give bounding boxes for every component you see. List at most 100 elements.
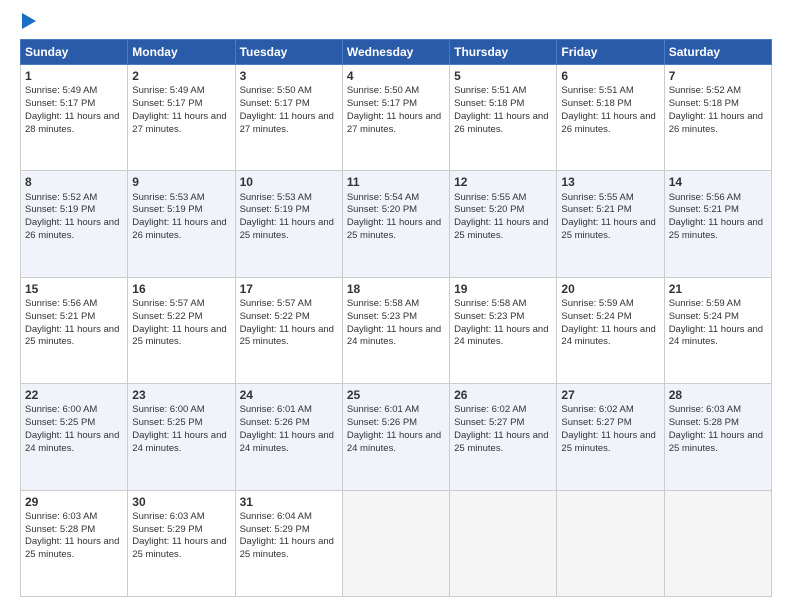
sunset-text: Sunset: 5:29 PM	[132, 524, 202, 535]
calendar-day-cell: 10Sunrise: 5:53 AMSunset: 5:19 PMDayligh…	[235, 171, 342, 277]
sunrise-text: Sunrise: 5:49 AM	[25, 85, 97, 96]
sunset-text: Sunset: 5:17 PM	[347, 98, 417, 109]
day-number: 10	[240, 174, 338, 190]
day-number: 31	[240, 494, 338, 510]
sunrise-text: Sunrise: 5:50 AM	[347, 85, 419, 96]
calendar-header-row: SundayMondayTuesdayWednesdayThursdayFrid…	[21, 40, 772, 65]
sunrise-text: Sunrise: 5:52 AM	[25, 192, 97, 203]
sunrise-text: Sunrise: 5:56 AM	[669, 192, 741, 203]
calendar-day-cell: 24Sunrise: 6:01 AMSunset: 5:26 PMDayligh…	[235, 384, 342, 490]
daylight-text: Daylight: 11 hours and 26 minutes.	[25, 217, 119, 241]
calendar-week-row: 22Sunrise: 6:00 AM Sunset: 5:25 PM Dayligh…	[21, 384, 772, 490]
calendar-day-cell: 1Sunrise: 5:49 AMSunset: 5:17 PMDaylight…	[21, 65, 128, 171]
daylight-text: Daylight: 11 hours and 24 minutes.	[347, 324, 441, 348]
sunset-text: Sunset: 5:17 PM	[25, 98, 95, 109]
daylight-text: Daylight: 11 hours and 25 minutes.	[669, 430, 763, 454]
sunset-text: Sunset: 5:25 PM	[132, 417, 202, 428]
sunrise-text: Sunrise: 5:57 AM	[132, 298, 204, 309]
calendar-week-row: 8Sunrise: 5:52 AMSunset: 5:19 PMDaylight…	[21, 171, 772, 277]
sunset-text: Sunset: 5:26 PM	[240, 417, 310, 428]
sunrise-text: Sunrise: 5:59 AM	[561, 298, 633, 309]
day-number: 23	[132, 387, 230, 403]
day-number: 6	[561, 68, 659, 84]
sunrise-text: Sunrise: 6:03 AM	[25, 511, 97, 522]
sunset-text: Sunset: 5:21 PM	[669, 204, 739, 215]
sunset-text: Sunset: 5:21 PM	[561, 204, 631, 215]
day-number: 25	[347, 387, 445, 403]
sunrise-text: Sunrise: 6:00 AM	[25, 404, 97, 415]
day-number: 8	[25, 174, 123, 190]
calendar-day-cell: 23Sunrise: 6:00 AMSunset: 5:25 PMDayligh…	[128, 384, 235, 490]
daylight-text: Daylight: 11 hours and 28 minutes.	[25, 111, 119, 135]
daylight-text: Daylight: 11 hours and 25 minutes.	[240, 217, 334, 241]
daylight-text: Daylight: 11 hours and 25 minutes.	[132, 536, 226, 560]
sunrise-text: Sunrise: 6:01 AM	[347, 404, 419, 415]
day-number: 24	[240, 387, 338, 403]
daylight-text: Daylight: 11 hours and 27 minutes.	[347, 111, 441, 135]
sunrise-text: Sunrise: 5:52 AM	[669, 85, 741, 96]
sunset-text: Sunset: 5:23 PM	[454, 311, 524, 322]
header	[20, 15, 772, 29]
daylight-text: Daylight: 11 hours and 25 minutes.	[669, 217, 763, 241]
sunset-text: Sunset: 5:18 PM	[669, 98, 739, 109]
calendar-day-cell: 26Sunrise: 6:02 AMSunset: 5:27 PMDayligh…	[450, 384, 557, 490]
daylight-text: Daylight: 11 hours and 24 minutes.	[132, 430, 226, 454]
sunset-text: Sunset: 5:28 PM	[669, 417, 739, 428]
calendar-day-cell: 17Sunrise: 5:57 AMSunset: 5:22 PMDayligh…	[235, 277, 342, 383]
daylight-text: Daylight: 11 hours and 25 minutes.	[25, 536, 119, 560]
day-number: 5	[454, 68, 552, 84]
daylight-text: Daylight: 11 hours and 24 minutes.	[25, 430, 119, 454]
calendar-day-cell: 11Sunrise: 5:54 AMSunset: 5:20 PMDayligh…	[342, 171, 449, 277]
page: SundayMondayTuesdayWednesdayThursdayFrid…	[0, 0, 792, 612]
sunrise-text: Sunrise: 5:55 AM	[561, 192, 633, 203]
daylight-text: Daylight: 11 hours and 26 minutes.	[669, 111, 763, 135]
calendar-day-cell: 5Sunrise: 5:51 AMSunset: 5:18 PMDaylight…	[450, 65, 557, 171]
sunrise-text: Sunrise: 6:03 AM	[669, 404, 741, 415]
sunset-text: Sunset: 5:26 PM	[347, 417, 417, 428]
day-number: 29	[25, 494, 123, 510]
sunset-text: Sunset: 5:17 PM	[132, 98, 202, 109]
daylight-text: Daylight: 11 hours and 25 minutes.	[454, 217, 548, 241]
day-number: 18	[347, 281, 445, 297]
sunset-text: Sunset: 5:17 PM	[240, 98, 310, 109]
calendar-day-cell: 16Sunrise: 5:57 AMSunset: 5:22 PMDayligh…	[128, 277, 235, 383]
sunrise-text: Sunrise: 5:54 AM	[347, 192, 419, 203]
sunrise-text: Sunrise: 5:49 AM	[132, 85, 204, 96]
calendar-day-cell: 7Sunrise: 5:52 AM Sunset: 5:18 PM Daylight…	[664, 65, 771, 171]
sunset-text: Sunset: 5:18 PM	[454, 98, 524, 109]
sunrise-text: Sunrise: 5:51 AM	[454, 85, 526, 96]
logo-arrow-icon	[22, 13, 36, 29]
calendar-day-cell: 12Sunrise: 5:55 AMSunset: 5:20 PMDayligh…	[450, 171, 557, 277]
calendar-day-cell: 19Sunrise: 5:58 AMSunset: 5:23 PMDayligh…	[450, 277, 557, 383]
daylight-text: Daylight: 11 hours and 24 minutes.	[561, 324, 655, 348]
sunrise-text: Sunrise: 5:51 AM	[561, 85, 633, 96]
sunset-text: Sunset: 5:21 PM	[25, 311, 95, 322]
calendar-day-cell: 27Sunrise: 6:02 AMSunset: 5:27 PMDayligh…	[557, 384, 664, 490]
daylight-text: Daylight: 11 hours and 26 minutes.	[561, 111, 655, 135]
daylight-text: Daylight: 11 hours and 25 minutes.	[347, 217, 441, 241]
day-number: 11	[347, 174, 445, 190]
daylight-text: Daylight: 11 hours and 25 minutes.	[240, 536, 334, 560]
calendar-day-cell: 18Sunrise: 5:58 AMSunset: 5:23 PMDayligh…	[342, 277, 449, 383]
calendar-header-cell: Monday	[128, 40, 235, 65]
daylight-text: Daylight: 11 hours and 25 minutes.	[240, 324, 334, 348]
day-number: 28	[669, 387, 767, 403]
day-number: 27	[561, 387, 659, 403]
sunrise-text: Sunrise: 5:56 AM	[25, 298, 97, 309]
day-number: 2	[132, 68, 230, 84]
calendar-header-cell: Sunday	[21, 40, 128, 65]
day-number: 22	[25, 387, 123, 403]
day-number: 20	[561, 281, 659, 297]
calendar-day-cell: 22Sunrise: 6:00 AMSunset: 5:25 PMDayligh…	[21, 384, 128, 490]
logo	[20, 15, 36, 29]
sunrise-text: Sunrise: 5:53 AM	[132, 192, 204, 203]
day-number: 26	[454, 387, 552, 403]
day-number: 3	[240, 68, 338, 84]
sunrise-text: Sunrise: 6:01 AM	[240, 404, 312, 415]
calendar-day-cell: 4Sunrise: 5:50 AM Sunset: 5:17 PM Daylight…	[342, 65, 449, 171]
sunset-text: Sunset: 5:27 PM	[454, 417, 524, 428]
day-number: 7	[669, 68, 767, 84]
day-number: 4	[347, 68, 445, 84]
calendar-day-cell: 13Sunrise: 5:55 AMSunset: 5:21 PMDayligh…	[557, 171, 664, 277]
day-number: 9	[132, 174, 230, 190]
